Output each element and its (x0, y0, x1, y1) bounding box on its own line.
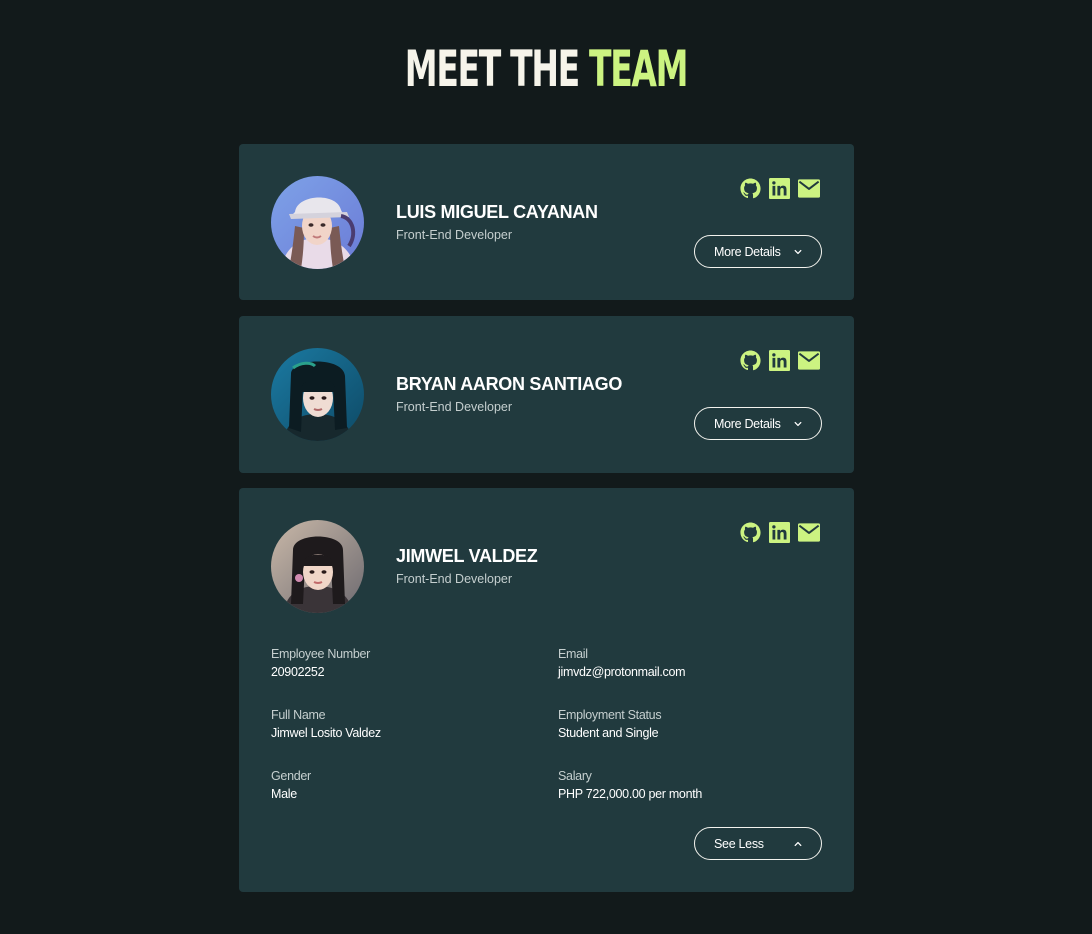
detail-label: Full Name (271, 708, 326, 722)
mail-icon[interactable] (798, 178, 820, 199)
detail-value: 20902252 (271, 665, 325, 679)
detail-salary: Salary PHP 722,000.00 per month (558, 769, 818, 801)
button-label: More Details (714, 244, 781, 259)
detail-full-name: Full Name Jimwel Losito Valdez (271, 708, 531, 740)
github-icon[interactable] (740, 349, 761, 371)
detail-label: Gender (271, 769, 311, 783)
social-links (740, 349, 820, 371)
github-icon[interactable] (740, 521, 761, 543)
member-role: Front-End Developer (396, 228, 513, 242)
team-member-card: BRYAN AARON SANTIAGO Front-End Developer… (239, 316, 854, 473)
linkedin-icon[interactable] (769, 177, 790, 199)
member-role: Front-End Developer (396, 400, 513, 414)
page-title: MEET THE TEAM (186, 38, 907, 100)
team-member-card: LUIS MIGUEL CAYANAN Front-End Developer … (239, 144, 854, 300)
detail-employment-status: Employment Status Student and Single (558, 708, 818, 740)
detail-label: Employment Status (558, 708, 662, 722)
avatar (271, 176, 364, 269)
github-icon[interactable] (740, 177, 761, 199)
social-links (740, 177, 820, 199)
see-less-button[interactable]: See Less (694, 827, 822, 860)
member-name: JIMWEL VALDEZ (396, 546, 538, 566)
page-title-part-1: MEET THE (404, 40, 580, 98)
member-name: BRYAN AARON SANTIAGO (396, 374, 623, 394)
mail-icon[interactable] (798, 350, 820, 371)
detail-email: Email jimvdz@protonmail.com (558, 647, 818, 679)
member-role: Front-End Developer (396, 572, 513, 586)
detail-label: Email (558, 647, 588, 661)
linkedin-icon[interactable] (769, 349, 790, 371)
team-member-card-expanded: JIMWEL VALDEZ Front-End Developer Employ… (239, 488, 854, 892)
chevron-down-icon (794, 421, 802, 426)
social-links (740, 521, 820, 543)
detail-employee-number: Employee Number 20902252 (271, 647, 531, 679)
more-details-button[interactable]: More Details (694, 407, 822, 440)
detail-label: Employee Number (271, 647, 371, 661)
member-name: LUIS MIGUEL CAYANAN (396, 202, 598, 222)
detail-gender: Gender Male (271, 769, 531, 801)
linkedin-icon[interactable] (769, 521, 790, 543)
button-label: See Less (714, 836, 764, 851)
detail-value: Jimwel Losito Valdez (271, 726, 381, 740)
detail-value: Male (271, 787, 297, 801)
chevron-down-icon (794, 249, 802, 254)
avatar (271, 520, 364, 613)
detail-value: PHP 722,000.00 per month (558, 787, 703, 801)
more-details-button[interactable]: More Details (694, 235, 822, 268)
mail-icon[interactable] (798, 522, 820, 543)
detail-label: Salary (558, 769, 592, 783)
chevron-up-icon (794, 841, 802, 846)
avatar (271, 348, 364, 441)
button-label: More Details (714, 416, 781, 431)
detail-value: Student and Single (558, 726, 659, 740)
team-page: MEET THE TEAM LUIS MIGUEL CAYANAN Front-… (0, 0, 1092, 934)
detail-value: jimvdz@protonmail.com (558, 665, 686, 679)
page-title-part-2: TEAM (589, 40, 688, 98)
